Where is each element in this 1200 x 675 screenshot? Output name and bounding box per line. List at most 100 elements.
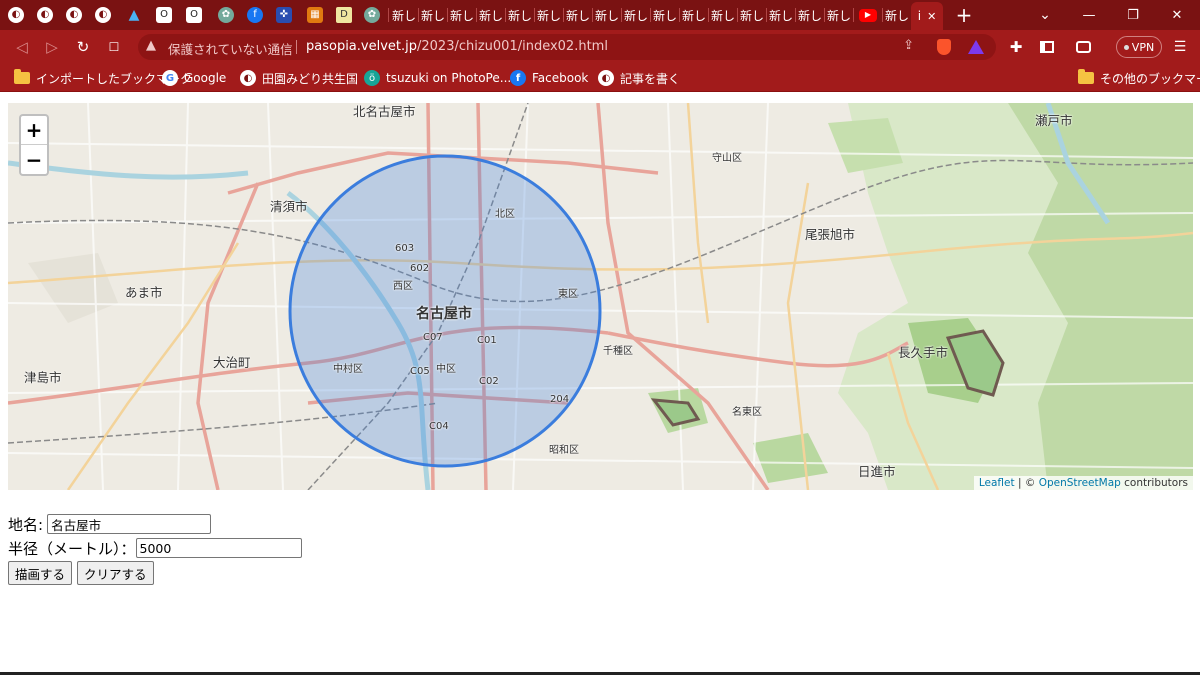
- tab-globe-2[interactable]: ◐: [31, 3, 59, 27]
- bookmark-photopea[interactable]: ö tsuzuki on PhotoPe...: [364, 69, 511, 87]
- map-label-oharu: 大治町: [213, 355, 251, 370]
- globe-icon: ◐: [66, 7, 82, 23]
- map-label-route-204: 204: [550, 394, 570, 405]
- tab-new-8[interactable]: 新し: [593, 3, 621, 27]
- warning-icon[interactable]: ▲: [146, 38, 156, 53]
- tab-title: 新し: [768, 8, 793, 23]
- tab-new-15[interactable]: 新し: [796, 3, 824, 27]
- map[interactable]: 北名古屋市 清須市 あま市 大治町 津島市 名古屋市 北区 西区 東区 中区 中…: [8, 103, 1193, 490]
- brave-rewards-icon[interactable]: [964, 35, 988, 59]
- tab-d[interactable]: D: [330, 3, 358, 27]
- zoom-in-button[interactable]: +: [21, 116, 47, 145]
- tab-youtube[interactable]: ▶: [854, 3, 882, 27]
- map-label-showa-ku: 昭和区: [549, 445, 579, 456]
- map-label-seto: 瀬戸市: [1035, 113, 1073, 128]
- reload-button[interactable]: ↻: [71, 35, 95, 59]
- o-logo-icon: O: [186, 7, 202, 23]
- tab-list-button[interactable]: ⌄: [1022, 0, 1068, 30]
- bookmark-label: その他のブックマーク: [1100, 71, 1200, 86]
- tab-separator: [388, 8, 389, 22]
- openstreetmap-link[interactable]: OpenStreetMap: [1039, 477, 1121, 489]
- zoom-out-button[interactable]: −: [21, 145, 47, 174]
- tab-new-5[interactable]: 新し: [506, 3, 534, 27]
- bookmark-denen[interactable]: ◐ 田園みどり共生国: [240, 69, 358, 87]
- map-label-nagakute: 長久手市: [898, 345, 949, 360]
- tab-globe-1[interactable]: ◐: [2, 3, 30, 27]
- bookmark-button[interactable]: ☐: [102, 35, 126, 59]
- tab-new-2[interactable]: 新し: [419, 3, 447, 27]
- tab-twitter[interactable]: ▲: [120, 3, 148, 27]
- tab-title: 新し: [594, 8, 619, 23]
- url-text[interactable]: pasopia.velvet.jp/2023/chizu001/index02.…: [306, 39, 608, 54]
- map-label-c04: C04: [429, 421, 449, 432]
- tab-orange[interactable]: ▦: [301, 3, 329, 27]
- facebook-icon: f: [510, 70, 526, 86]
- map-label-kita-ku: 北区: [495, 209, 515, 220]
- tab-new-14[interactable]: 新し: [767, 3, 795, 27]
- tab-title: 新し: [565, 8, 590, 23]
- map-label-higashi-ku: 東区: [558, 289, 578, 300]
- share-icon[interactable]: ⇪: [903, 38, 914, 53]
- url-path: /2023/chizu001/index02.html: [417, 39, 608, 54]
- twitter-icon: ▲: [128, 7, 140, 23]
- tab-new-3[interactable]: 新し: [448, 3, 476, 27]
- minimize-button[interactable]: —: [1066, 0, 1112, 30]
- tab-new-6[interactable]: 新し: [535, 3, 563, 27]
- photopea-icon: ö: [364, 70, 380, 86]
- tab-facebook[interactable]: f: [241, 3, 269, 27]
- radius-input[interactable]: [135, 538, 302, 558]
- tab-new-11[interactable]: 新し: [680, 3, 708, 27]
- address-bar[interactable]: ▲ 保護されていない通信 pasopia.velvet.jp/2023/chiz…: [138, 34, 996, 60]
- bookmark-google[interactable]: G Google: [162, 69, 226, 87]
- place-input[interactable]: [47, 514, 212, 534]
- tab-globe-4[interactable]: ◐: [89, 3, 117, 27]
- new-tab-button[interactable]: +: [950, 3, 978, 27]
- map-label-nishi-ku: 西区: [393, 281, 413, 292]
- tab-o-2[interactable]: O: [180, 3, 208, 27]
- tab-o-1[interactable]: O: [150, 3, 178, 27]
- youtube-icon: ▶: [859, 8, 877, 22]
- menu-button[interactable]: ☰: [1168, 35, 1192, 59]
- tab-new-4[interactable]: 新し: [477, 3, 505, 27]
- tab-title: i: [917, 9, 922, 23]
- sidebar-toggle-icon[interactable]: [1035, 35, 1059, 59]
- brave-shields-icon[interactable]: [932, 35, 956, 59]
- tab-new-13[interactable]: 新し: [738, 3, 766, 27]
- tab-new-12[interactable]: 新し: [709, 3, 737, 27]
- tab-kemono[interactable]: ✜: [270, 3, 298, 27]
- tab-new-9[interactable]: 新し: [622, 3, 650, 27]
- extensions-icon[interactable]: ✚: [1004, 35, 1028, 59]
- bookmarks-bar: インポートしたブックマーク G Google ◐ 田園みどり共生国 ö tsuz…: [0, 64, 1200, 92]
- forward-button[interactable]: ▷: [40, 35, 64, 59]
- globe-icon: ◐: [37, 7, 53, 23]
- tab-new-7[interactable]: 新し: [564, 3, 592, 27]
- tab-globe-3[interactable]: ◐: [60, 3, 88, 27]
- bookmark-other[interactable]: その他のブックマーク: [1078, 69, 1200, 87]
- leaflet-link[interactable]: Leaflet: [979, 477, 1015, 489]
- tab-title: 新し: [391, 8, 416, 23]
- tab-new-1[interactable]: 新し: [390, 3, 418, 27]
- map-label-naka-ku: 中区: [436, 364, 456, 375]
- tab-chatgpt[interactable]: ✿: [212, 3, 240, 27]
- back-button[interactable]: ◁: [10, 35, 34, 59]
- clear-button[interactable]: クリアする: [77, 561, 154, 585]
- bookmark-write-article[interactable]: ◐ 記事を書く: [598, 69, 680, 87]
- close-icon[interactable]: ✕: [927, 10, 936, 23]
- close-window-button[interactable]: ✕: [1154, 0, 1200, 30]
- bookmark-facebook[interactable]: f Facebook: [510, 69, 588, 87]
- maximize-button[interactable]: ❐: [1110, 0, 1156, 30]
- map-label-kiyosu: 清須市: [270, 199, 308, 214]
- tab-new-17[interactable]: 新し: [883, 3, 911, 27]
- tab-new-16[interactable]: 新し: [825, 3, 853, 27]
- wallet-icon[interactable]: [1071, 35, 1095, 59]
- url-host: pasopia.velvet.jp: [306, 39, 417, 54]
- security-status[interactable]: 保護されていない通信: [168, 39, 293, 58]
- draw-button[interactable]: 描画する: [8, 561, 73, 585]
- tab-title: 新し: [681, 8, 706, 23]
- tab-new-10[interactable]: 新し: [651, 3, 679, 27]
- tab-active[interactable]: i ✕: [911, 2, 943, 30]
- vpn-button[interactable]: VPN: [1116, 36, 1162, 58]
- kemono-icon: ✜: [276, 7, 292, 23]
- radius-row: 半径（メートル）：: [8, 537, 302, 559]
- tab-chatgpt-2[interactable]: ✿: [358, 3, 386, 27]
